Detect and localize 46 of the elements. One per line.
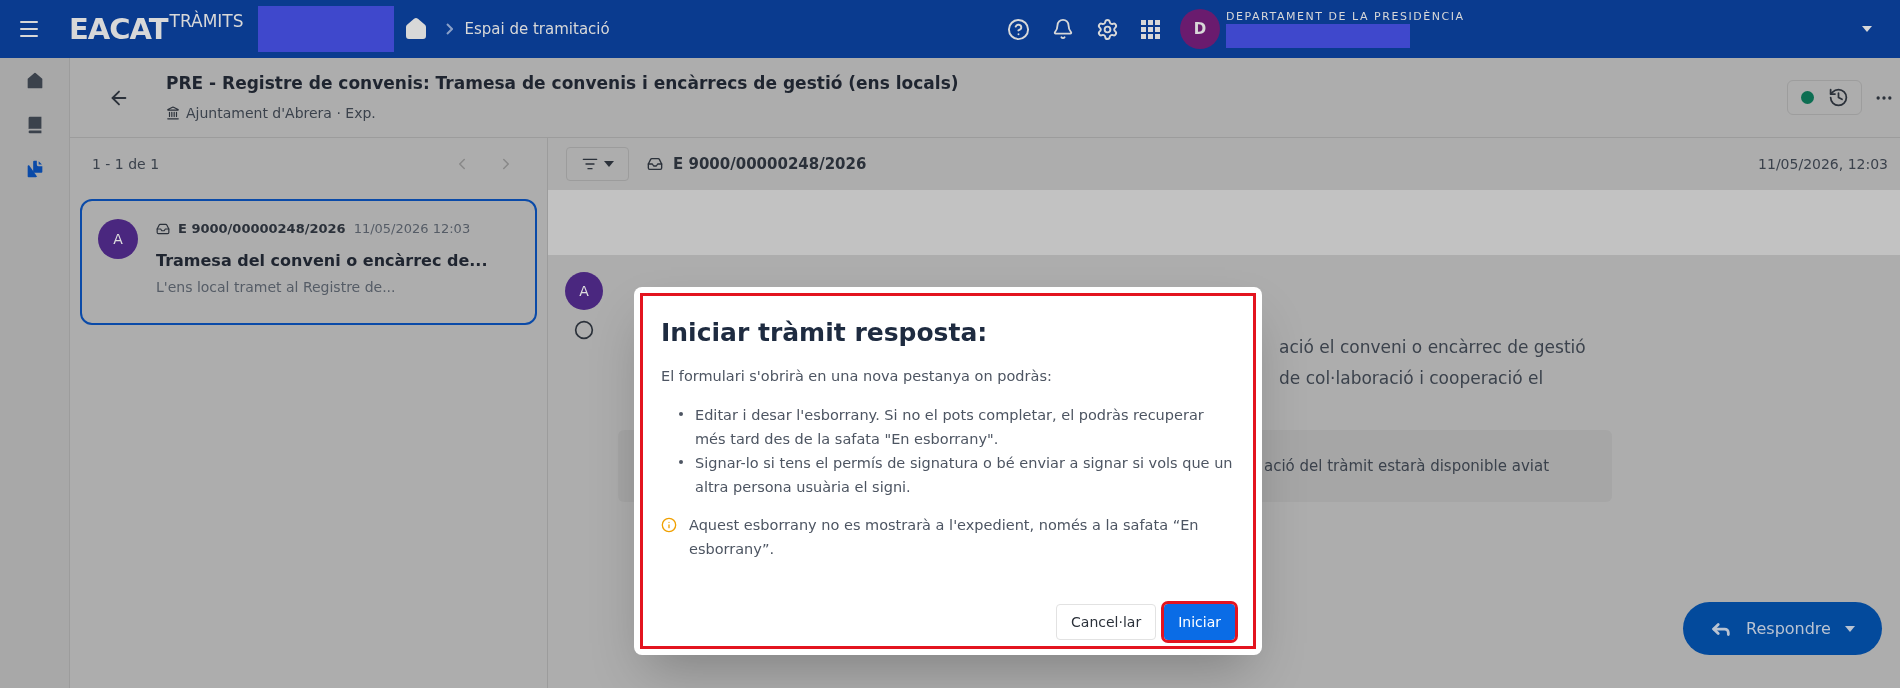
cancel-button[interactable]: Cancel·lar bbox=[1056, 604, 1157, 640]
building-icon bbox=[166, 106, 180, 121]
inbox-icon bbox=[647, 156, 663, 172]
breadcrumb[interactable]: Espai de tramitació bbox=[464, 17, 610, 41]
message-code: E 9000/00000248/2026 bbox=[178, 220, 346, 238]
dialog-title: Iniciar tràmit resposta: bbox=[661, 317, 989, 349]
chevron-right-icon bbox=[445, 23, 453, 35]
account-caret-icon bbox=[1862, 26, 1872, 32]
message-date: 11/05/2026, 12:03 bbox=[1758, 154, 1888, 174]
filter-dropdown[interactable] bbox=[566, 147, 629, 181]
history-icon bbox=[1827, 87, 1849, 108]
apps-grid-icon[interactable] bbox=[1141, 19, 1161, 39]
filter-icon bbox=[581, 156, 598, 172]
caret-icon bbox=[603, 161, 614, 167]
organization-name: DEPARTAMENT DE LA PRESIDÈNCIA bbox=[1226, 10, 1465, 22]
radio-circle-icon bbox=[574, 320, 594, 340]
warning-text: Aquest esborrany no es mostrarà a l'expedient, només a la safata “En esborrany”. bbox=[689, 516, 1200, 560]
caret-icon bbox=[1844, 625, 1855, 632]
user-avatar[interactable]: D bbox=[1180, 9, 1221, 49]
logo-suffix: TRÀMITS bbox=[169, 12, 244, 30]
home-icon[interactable] bbox=[403, 17, 428, 41]
message-title: Tramesa del conveni o encàrrec de... bbox=[156, 249, 488, 272]
page-title: PRE - Registre de convenis: Tramesa de convenis i encàrrecs de gestió (ens locals) bbox=[166, 72, 959, 96]
inbox-icon bbox=[156, 221, 170, 236]
reply-button[interactable]: Respondre bbox=[1683, 602, 1882, 655]
status-pill[interactable] bbox=[1787, 80, 1862, 115]
message-date: 11/05/2026 12:03 bbox=[353, 220, 471, 238]
page-subtitle: Ajuntament d'Abrera · Exp. bbox=[186, 103, 376, 123]
dialog-intro: El formulari s'obrirà en una nova pestanya on podràs: bbox=[661, 366, 1053, 386]
message-text-line: de col·laboració i cooperació el bbox=[1279, 367, 1545, 390]
start-button[interactable]: Iniciar bbox=[1164, 604, 1235, 640]
bell-icon[interactable] bbox=[1052, 18, 1075, 40]
message-text-line: ació el conveni o encàrrec de gestió bbox=[1279, 336, 1586, 359]
message-card[interactable]: A E 9000/00000248/2026 11/05/2026 12:03 Tramesa del conveni o encàrrec de... L'ens local tramet al Registre de... bbox=[80, 199, 537, 325]
warning-icon bbox=[661, 517, 677, 534]
logo[interactable]: EACAT bbox=[69, 14, 168, 44]
message-code: E 9000/00000248/2026 bbox=[673, 153, 867, 175]
notice-text: ació del tràmit estarà disponible aviat bbox=[1264, 455, 1550, 477]
bullet-text: Editar i desar l'esborrany. Si no el pots completar, el podràs recuperar més tard des de la safata "En esborrany". bbox=[695, 406, 1205, 450]
sender-avatar: A bbox=[565, 272, 603, 310]
sender-avatar: A bbox=[98, 219, 138, 259]
pagination-text: 1 - 1 de 1 bbox=[92, 154, 160, 174]
message-summary: L'ens local tramet al Registre de... bbox=[156, 277, 397, 297]
help-icon[interactable] bbox=[1007, 17, 1031, 41]
settings-icon[interactable] bbox=[1096, 17, 1120, 41]
bullet-text: Signar-lo si tens el permís de signatura o bé enviar a signar si vols que un altra persona usuària el signi. bbox=[695, 454, 1234, 498]
